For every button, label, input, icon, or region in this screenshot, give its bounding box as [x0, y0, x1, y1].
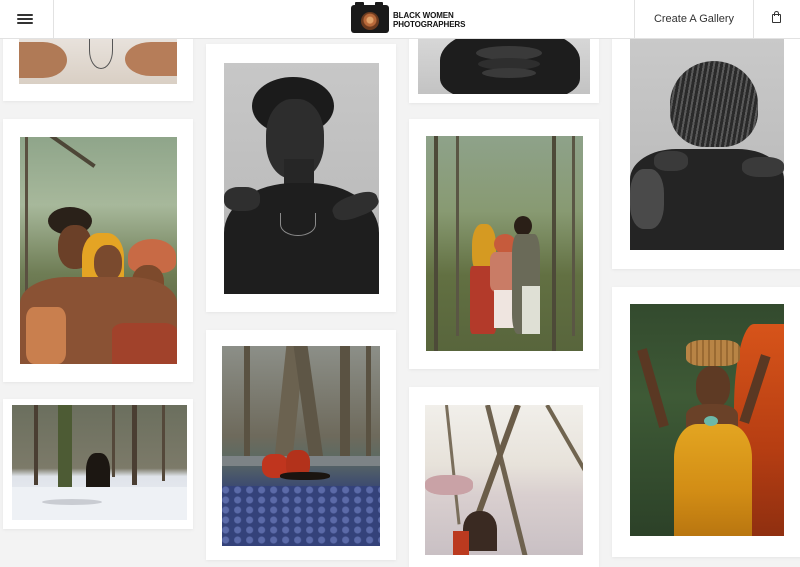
camera-logo-icon	[351, 2, 389, 33]
gallery-card[interactable]	[3, 119, 193, 382]
gallery-photo-under-branches	[425, 405, 583, 555]
gallery-card[interactable]	[206, 330, 396, 560]
create-gallery-link[interactable]: Create A Gallery	[634, 0, 754, 38]
gallery-photo-hands-necklace	[19, 38, 177, 84]
gallery-card[interactable]	[612, 287, 800, 557]
gallery-card[interactable]	[3, 30, 193, 101]
gallery-photo-two-women-flowers	[222, 346, 380, 546]
site-header: BLACK WOMEN PHOTOGRAPHERS Create A Galle…	[0, 0, 800, 39]
gallery-photo-bw-portrait	[224, 63, 379, 294]
gallery-photo-basket-yellow-dress	[630, 304, 784, 536]
gallery-card[interactable]	[206, 44, 396, 312]
menu-button[interactable]	[0, 0, 54, 38]
gallery-card[interactable]	[409, 30, 599, 103]
gallery-card[interactable]	[612, 30, 800, 269]
gallery-card[interactable]	[409, 387, 599, 567]
gallery-photo-three-women-headwraps	[20, 137, 177, 364]
gallery-photo-neck-rings	[418, 38, 590, 94]
gallery-photo-braids-back	[630, 39, 784, 250]
gallery-photo-three-women-forest	[426, 136, 583, 351]
gallery-photo-snowy-forest	[12, 405, 187, 520]
logo-line-2: PHOTOGRAPHERS	[393, 20, 466, 29]
gallery-card[interactable]	[3, 399, 193, 529]
logo-text: BLACK WOMEN PHOTOGRAPHERS	[393, 11, 465, 29]
logo-line-1: BLACK WOMEN	[393, 11, 454, 20]
cart-button[interactable]	[753, 0, 800, 38]
gallery-card[interactable]	[409, 119, 599, 369]
